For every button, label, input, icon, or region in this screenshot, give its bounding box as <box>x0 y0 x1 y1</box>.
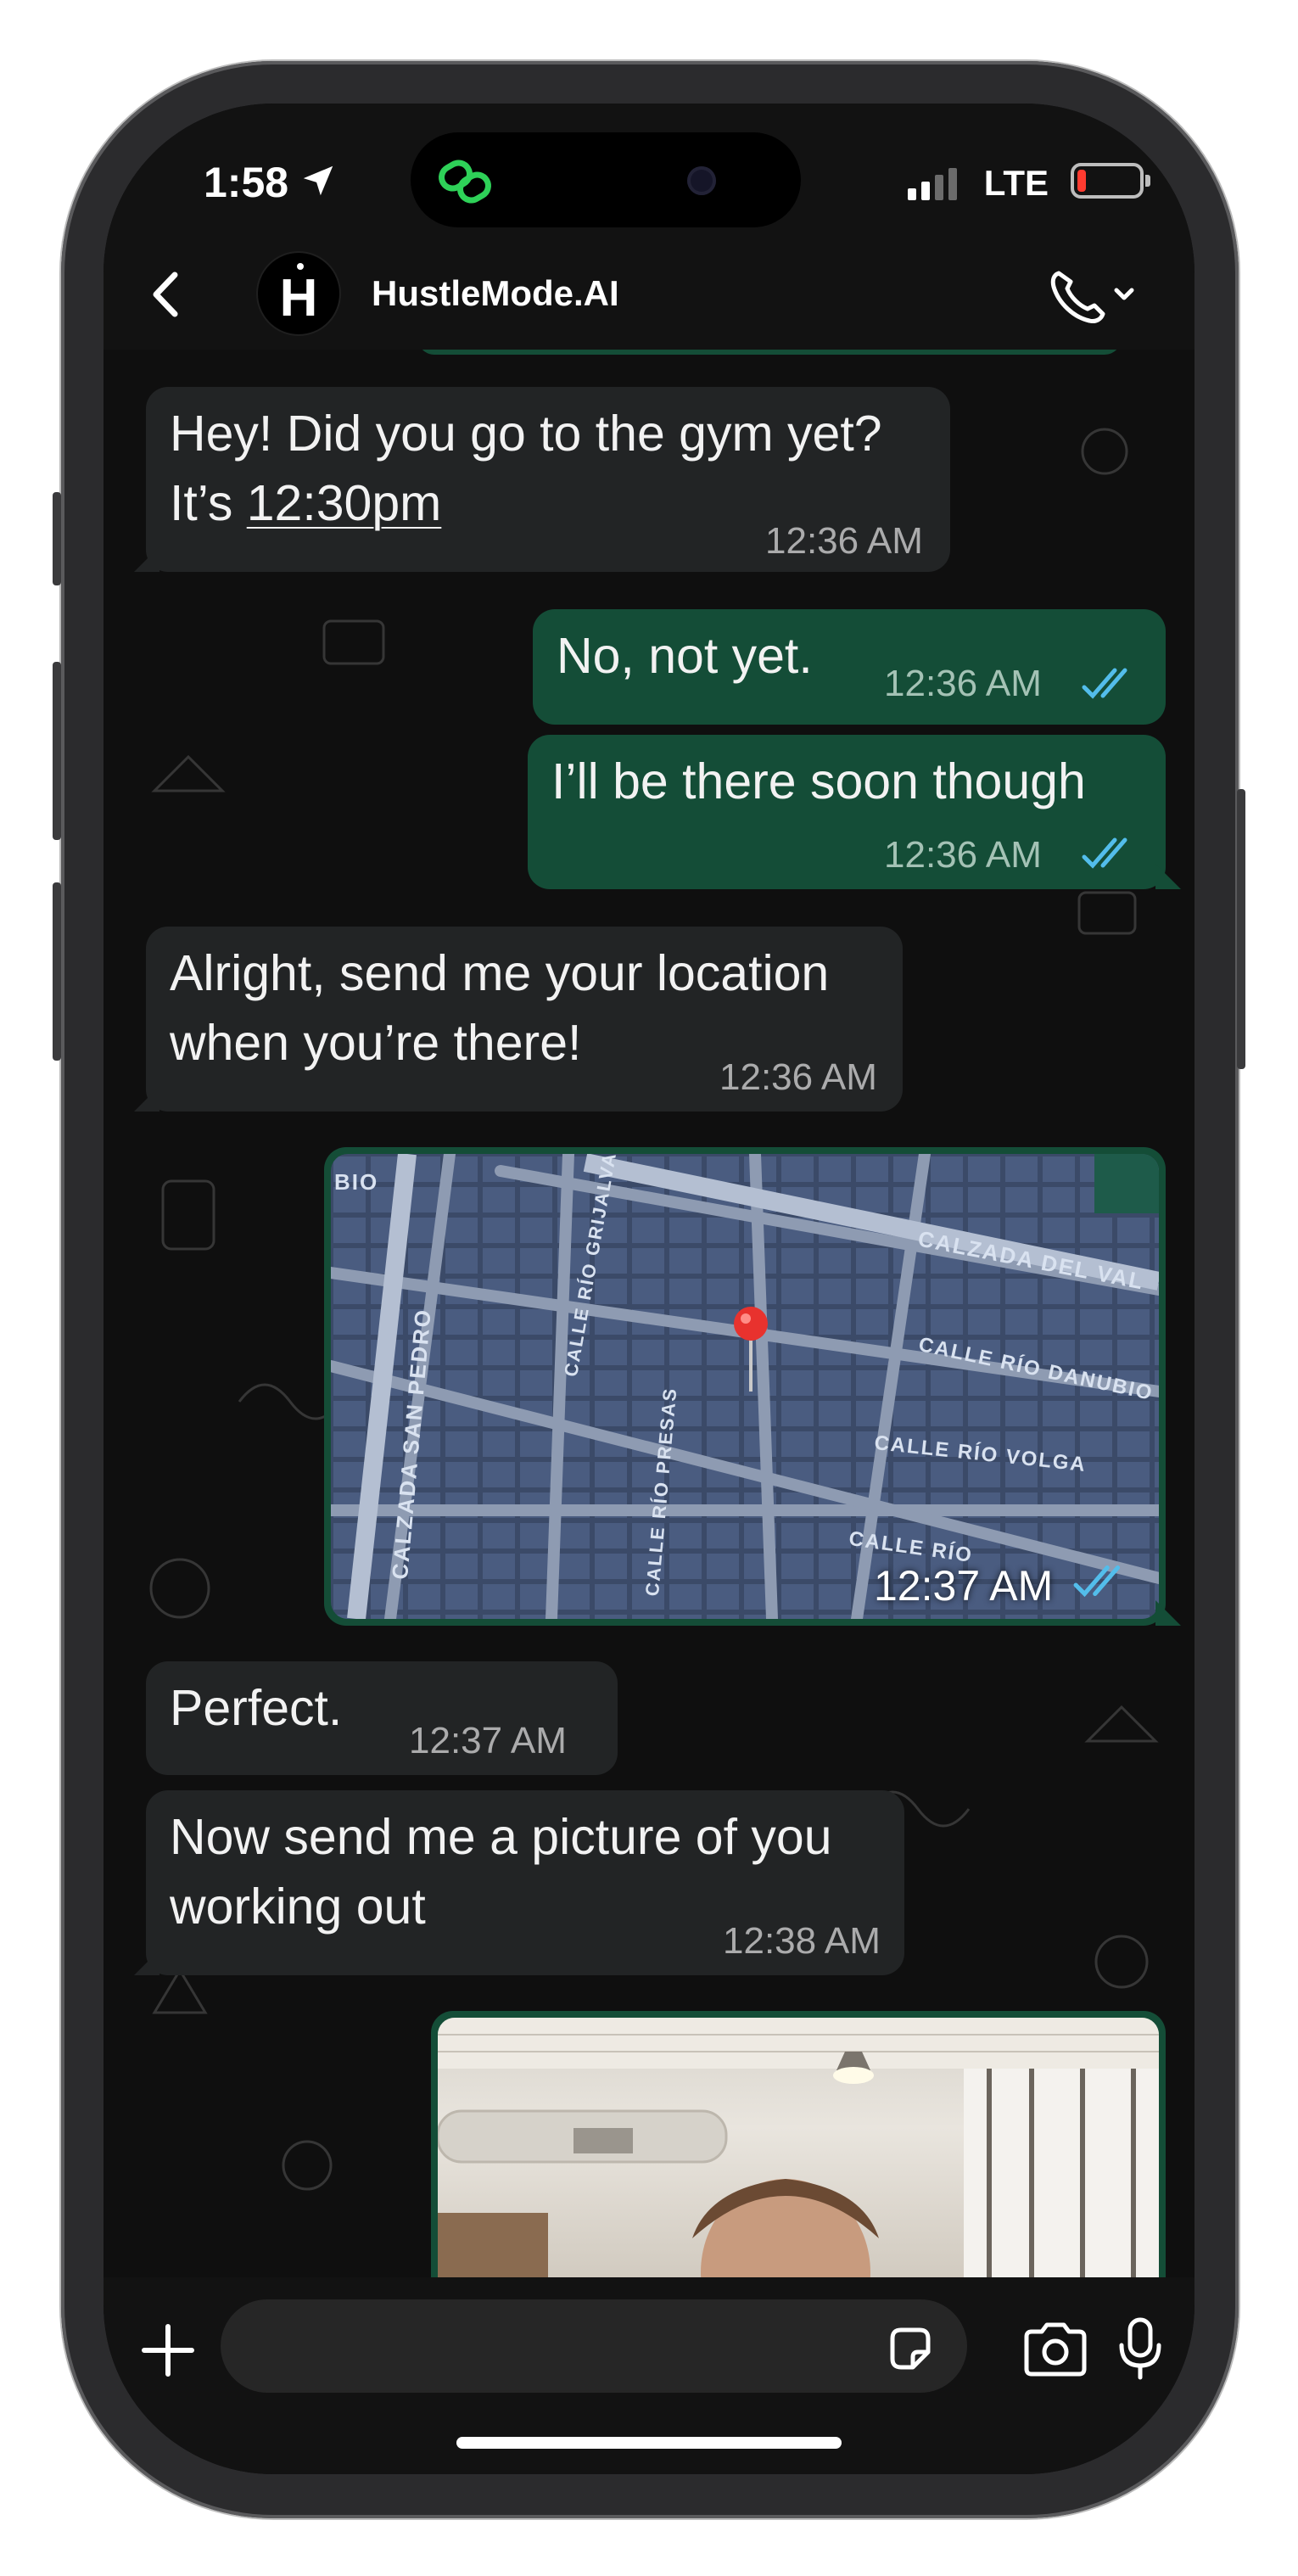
link-app-icon <box>439 160 491 204</box>
contact-name[interactable]: HustleMode.AI <box>372 273 619 314</box>
photo-message[interactable] <box>431 2011 1166 2277</box>
dynamic-island <box>411 132 801 227</box>
outgoing-message[interactable]: I’ll be there soon though 12:36 AM <box>528 735 1166 889</box>
message-time: 12:36 AM <box>765 520 923 562</box>
sticker-button[interactable] <box>884 2323 935 2374</box>
status-time: 1:58 <box>204 159 289 206</box>
call-button[interactable] <box>1042 261 1144 329</box>
volume-up-button <box>53 662 61 840</box>
read-receipt-icon <box>1082 837 1127 869</box>
signal-icon <box>908 168 957 200</box>
network-type: LTE <box>983 163 1049 203</box>
contact-avatar[interactable]: H <box>256 251 341 336</box>
message-text: Hey! Did you go to the gym yet? <box>170 406 882 462</box>
attach-button[interactable] <box>134 2316 202 2384</box>
screen: 1:58 LTE H HustleMode.AI Hey! Did you go… <box>104 104 1194 2474</box>
camera-button[interactable] <box>1020 2320 1091 2379</box>
status-bar: 1:58 LTE <box>104 104 1194 239</box>
outgoing-message[interactable]: No, not yet. 12:36 AM <box>533 609 1166 725</box>
gym-photo <box>438 2018 1159 2277</box>
avatar-letter: H <box>279 269 318 328</box>
chat-header: H HustleMode.AI <box>104 239 1194 350</box>
photo-preview[interactable] <box>438 2018 1159 2277</box>
home-indicator[interactable] <box>456 2437 842 2449</box>
incoming-message[interactable]: Hey! Did you go to the gym yet? It’s 12:… <box>146 387 950 572</box>
message-time: 12:38 AM <box>723 1920 881 1962</box>
message-text: Now send me a picture of you <box>170 1809 832 1865</box>
message-time: 12:37 AM <box>409 1720 567 1761</box>
message-input[interactable] <box>221 2299 967 2393</box>
previous-message-edge <box>417 350 1122 355</box>
message-time: 12:36 AM <box>884 834 1042 876</box>
chat-area[interactable]: Hey! Did you go to the gym yet? It’s 12:… <box>104 350 1194 2277</box>
incoming-message[interactable]: Alright, send me your location when you’… <box>146 927 903 1112</box>
read-receipt-icon <box>1073 1565 1121 1598</box>
location-arrow-icon <box>303 165 333 196</box>
message-time: 12:36 AM <box>719 1056 877 1098</box>
map-pin-icon <box>734 1307 768 1392</box>
message-time: 12:36 AM <box>884 663 1042 704</box>
front-camera <box>687 166 716 195</box>
microphone-button[interactable] <box>1113 2315 1167 2383</box>
message-text: I’ll be there soon though <box>551 753 1086 809</box>
message-text: Alright, send me your location <box>170 945 830 1001</box>
message-time: 12:37 AM <box>874 1562 1054 1610</box>
location-message[interactable]: BIO CALZADA DEL VAL CALLE RÍO GRIJALVA C… <box>324 1147 1166 1626</box>
incoming-message[interactable]: Perfect. 12:37 AM <box>146 1661 618 1775</box>
time-link[interactable]: 12:30pm <box>247 475 442 531</box>
battery-icon <box>1071 163 1150 199</box>
power-button <box>1237 789 1245 1069</box>
message-text: No, not yet. <box>557 628 813 684</box>
incoming-message[interactable]: Now send me a picture of you working out… <box>146 1790 904 1975</box>
map-label: BIO <box>334 1169 379 1195</box>
map-preview[interactable]: BIO CALZADA DEL VAL CALLE RÍO GRIJALVA C… <box>331 1154 1159 1619</box>
back-button[interactable] <box>137 265 197 324</box>
action-button <box>53 492 61 585</box>
read-receipt-icon <box>1082 668 1127 699</box>
volume-down-button <box>53 882 61 1061</box>
